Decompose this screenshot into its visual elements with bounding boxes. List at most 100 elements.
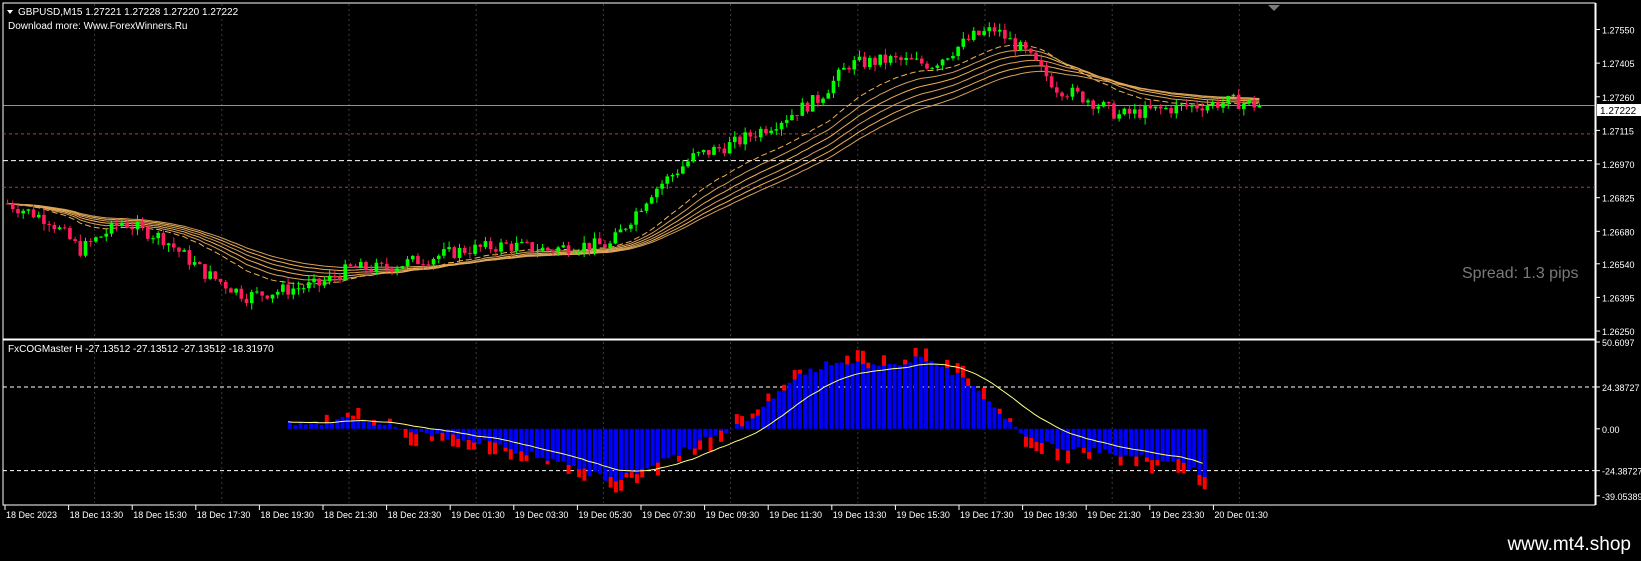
histogram-bar [882, 365, 886, 429]
candle-body [499, 242, 503, 252]
indicator-level-label: -24.38727 [1602, 467, 1641, 477]
histogram-bar [519, 428, 524, 452]
signal-bar [750, 413, 755, 419]
candle-body [431, 258, 436, 265]
time-label: 18 Dec 2023 [6, 510, 57, 520]
candle-body [1003, 29, 1007, 39]
candle-body [956, 46, 960, 57]
chart-shift-marker-icon[interactable] [1268, 5, 1280, 11]
watermark: www.mt4.shop [1507, 534, 1631, 555]
histogram-bar [734, 424, 739, 429]
histogram-bar [750, 418, 755, 429]
histogram-bar [1129, 428, 1134, 457]
candle-body [935, 65, 940, 68]
histogram-bar [629, 428, 634, 473]
candle-body [1049, 76, 1054, 88]
signal-bar [1150, 460, 1155, 474]
histogram-bar [1102, 428, 1107, 450]
time-label: 19 Dec 19:30 [1024, 510, 1078, 520]
candle-body [88, 241, 93, 243]
candle-body [727, 142, 732, 154]
time-label: 18 Dec 15:30 [133, 510, 187, 520]
price-label: 1.26825 [1602, 194, 1635, 204]
indicator-line [287, 363, 1203, 472]
candle-body [1091, 100, 1096, 109]
candle-body [1044, 65, 1049, 77]
mt4-chart[interactable]: 1.27550 1.27405 1.27260 1.27115 1.26970 1.268… [0, 0, 1641, 532]
histogram-bar [934, 364, 939, 429]
candle-body [618, 229, 623, 233]
histogram-bar [508, 428, 513, 450]
histogram-bar [876, 365, 881, 429]
histogram-bar [608, 428, 613, 477]
histogram-bar [981, 399, 986, 429]
indicator-signal-line [287, 363, 1203, 472]
candle-body [1148, 105, 1153, 109]
histogram-bar [330, 423, 334, 429]
candle-body [270, 294, 275, 299]
candle-body [166, 243, 171, 246]
candle-body [416, 255, 420, 265]
candle-body [488, 241, 493, 250]
histogram-bar [976, 390, 981, 429]
time-label: 19 Dec 21:30 [1087, 510, 1141, 520]
candle-body [603, 244, 607, 248]
candle-body [795, 115, 799, 117]
candles [5, 22, 1262, 310]
time-label: 18 Dec 19:30 [260, 510, 314, 520]
candle-body [842, 67, 846, 70]
histogram-bar [456, 428, 461, 439]
histogram-bar [461, 428, 466, 441]
histogram-bar [303, 424, 308, 429]
candle-body [223, 281, 228, 289]
candle-body [992, 27, 997, 32]
histogram-bar [1024, 428, 1028, 437]
candle-body [1101, 102, 1106, 107]
candle-body [571, 252, 576, 254]
signal-bar [487, 441, 492, 455]
candle-body [203, 264, 207, 279]
histogram-bar [603, 428, 608, 481]
histogram-bar [1192, 428, 1197, 468]
histogram-bar [592, 428, 597, 472]
candle-body [1086, 100, 1090, 103]
signal-bar [351, 415, 356, 420]
candle-body [57, 227, 62, 230]
candle-body [452, 247, 457, 258]
histogram-bar [1076, 428, 1081, 448]
histogram-bar [535, 428, 540, 459]
candle-body [597, 238, 602, 245]
candle-body [296, 288, 301, 290]
candle-body [691, 153, 696, 162]
candle-body [1023, 42, 1028, 49]
candle-body [161, 232, 166, 246]
histogram-bar [624, 428, 629, 474]
signal-bar [324, 414, 329, 423]
candle-body [1200, 108, 1205, 111]
candle-body [758, 128, 763, 138]
signal-bar [740, 416, 745, 427]
histogram-bar [813, 372, 818, 429]
candle-body [187, 250, 192, 265]
candle-body [1210, 102, 1215, 106]
signal-bar [503, 447, 508, 452]
signal-bar [677, 455, 681, 462]
signal-bar [1134, 456, 1139, 467]
collapse-triangle-icon[interactable] [7, 10, 13, 14]
indicator-level-label: 0.00 [1602, 425, 1620, 435]
histogram-bar [708, 428, 713, 438]
candle-body [821, 98, 825, 103]
candle-body [520, 241, 524, 243]
histogram-bar [529, 428, 534, 452]
histogram-bar [1045, 428, 1049, 441]
signal-bar [356, 408, 361, 419]
candle-body [379, 262, 384, 264]
candle-body [774, 129, 779, 131]
candle-body [400, 266, 405, 269]
signal-bar [981, 387, 986, 400]
histogram-bar [861, 364, 865, 429]
histogram-bar [776, 391, 781, 429]
histogram-bar [1150, 428, 1155, 461]
signal-bar [913, 347, 918, 357]
price-label: 1.27550 [1602, 26, 1635, 36]
